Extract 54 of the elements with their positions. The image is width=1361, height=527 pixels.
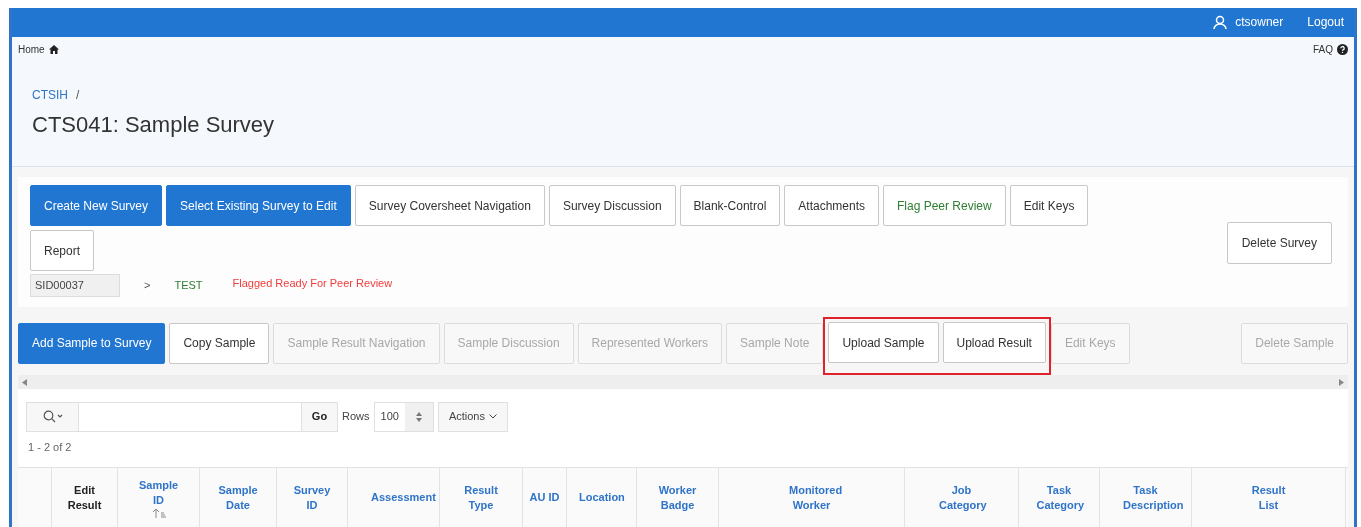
column-header[interactable]: Task Description xyxy=(1100,468,1192,527)
column-header[interactable]: Task Category xyxy=(1019,468,1100,527)
breadcrumb-separator: / xyxy=(76,86,80,104)
column-header[interactable]: Sample Date xyxy=(200,468,277,527)
actions-button[interactable]: Actions xyxy=(437,401,508,432)
action-button[interactable]: Create New Survey xyxy=(30,185,163,226)
action-button[interactable]: Add Sample to Survey xyxy=(18,322,166,364)
action-button[interactable]: Upload Sample xyxy=(828,322,939,363)
column-header[interactable]: AU ID xyxy=(523,468,567,527)
column-header[interactable]: Assessment xyxy=(348,468,440,527)
column-header[interactable]: Monitored Worker xyxy=(719,468,905,527)
username[interactable]: ctsowner xyxy=(1235,13,1284,32)
action-button[interactable]: Upload Result xyxy=(942,322,1046,363)
action-button[interactable]: Flag Peer Review xyxy=(883,185,1006,226)
user-icon xyxy=(1213,14,1228,30)
chevron-down-icon xyxy=(488,414,497,419)
go-button[interactable]: Go xyxy=(301,402,337,431)
scroll-right-icon[interactable] xyxy=(1339,378,1344,386)
sort-ascending-icon xyxy=(151,507,166,518)
action-button[interactable]: Copy Sample xyxy=(169,322,270,364)
column-header[interactable]: Result List xyxy=(1192,468,1346,527)
action-button[interactable]: Select Existing Survey to Edit xyxy=(166,185,351,226)
home-link[interactable]: Home xyxy=(18,41,45,57)
survey-id-field[interactable]: SID00037 xyxy=(30,274,120,297)
home-icon xyxy=(48,44,59,54)
search-icon xyxy=(42,410,63,423)
column-header[interactable]: Worker Badge xyxy=(637,468,719,527)
column-header[interactable]: Result Type xyxy=(440,468,523,527)
action-button[interactable]: Survey Discussion xyxy=(548,185,676,226)
action-button[interactable]: Report xyxy=(30,230,95,271)
page-title: CTS041: Sample Survey xyxy=(32,110,276,139)
logout-link[interactable]: Logout xyxy=(1307,13,1344,32)
rows-label: Rows xyxy=(342,409,370,425)
rows-select[interactable]: 100 xyxy=(373,401,434,432)
search-field[interactable]: Go xyxy=(26,401,338,432)
scroll-left-icon[interactable] xyxy=(22,378,27,386)
action-button[interactable]: Survey Coversheet Navigation xyxy=(354,185,545,226)
pagination-text: 1 - 2 of 2 xyxy=(27,440,73,455)
action-button[interactable]: Attachments xyxy=(784,185,879,226)
chevron-text: > xyxy=(144,278,151,294)
delete-survey-button[interactable]: Delete Survey xyxy=(1226,222,1332,264)
spinner-icon xyxy=(415,411,422,422)
column-header[interactable]: Job Category xyxy=(905,468,1019,527)
column-header[interactable]: Survey ID xyxy=(277,468,348,527)
action-button[interactable]: Edit Keys xyxy=(1009,185,1089,226)
faq-link[interactable]: FAQ xyxy=(1313,41,1333,57)
help-icon xyxy=(1337,43,1348,55)
status-text: Flagged Ready For Peer Review xyxy=(232,276,393,292)
action-button[interactable]: Blank-Control xyxy=(679,185,781,226)
column-header: Edit Result xyxy=(52,468,118,527)
column-header[interactable]: Location xyxy=(567,468,637,527)
survey-name: TEST xyxy=(174,278,203,294)
column-header[interactable]: Sample ID xyxy=(118,468,200,527)
breadcrumb-link[interactable]: CTSIH xyxy=(32,85,68,104)
